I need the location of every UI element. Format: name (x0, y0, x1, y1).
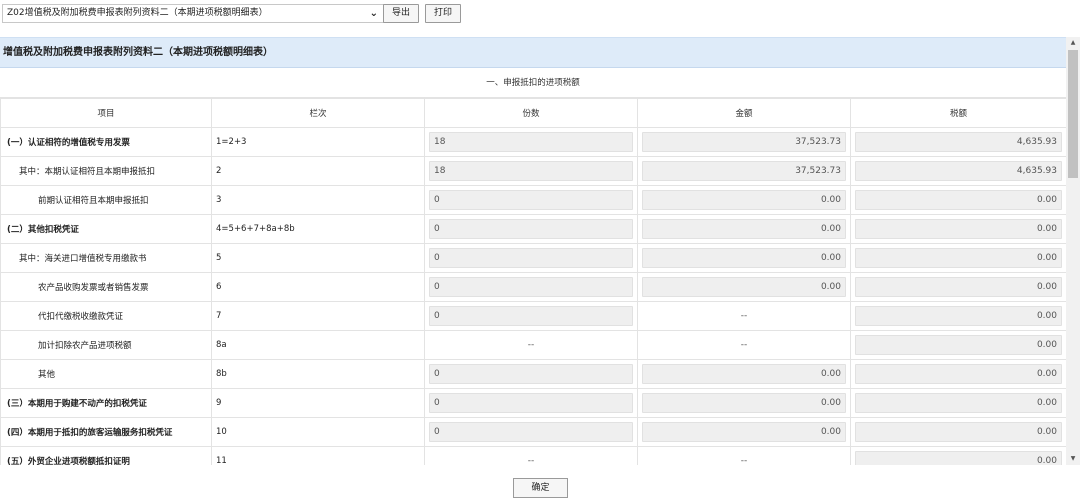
table-row: (四）本期用于抵扣的旅客运输服务扣税凭证 10 0 0.00 0.00 (0, 417, 1066, 447)
amount-field[interactable]: 37,523.73 (642, 161, 846, 181)
tax-field[interactable]: 0.00 (855, 335, 1062, 355)
copies-field[interactable]: 0 (429, 277, 633, 297)
row-item-label: 加计扣除农产品进项税额 (0, 330, 212, 360)
table-header-row: 项目 栏次 份数 金额 税额 (0, 98, 1066, 128)
row-item-label: 农产品收购发票或者销售发票 (0, 272, 212, 302)
header-tax: 税额 (850, 98, 1066, 128)
row-item-label: (五）外贸企业进项税额抵扣证明 (0, 446, 212, 465)
tax-field[interactable]: 4,635.93 (855, 132, 1062, 152)
panel-title: 增值税及附加税费申报表附列资料二（本期进项税额明细表） (0, 38, 1066, 68)
row-column-no: 7 (211, 301, 425, 331)
amount-na: -- (740, 311, 748, 321)
row-column-no: 9 (211, 388, 425, 418)
tax-field[interactable]: 0.00 (855, 190, 1062, 210)
copies-field[interactable]: 0 (429, 248, 633, 268)
header-column-no: 栏次 (211, 98, 425, 128)
header-item: 项目 (0, 98, 212, 128)
scroll-up-arrow-icon[interactable]: ▲ (1066, 37, 1080, 49)
chevron-down-icon[interactable]: ⌄ (370, 5, 378, 22)
row-column-no: 8b (211, 359, 425, 389)
table-row: 代扣代缴税收缴款凭证 7 0 -- 0.00 (0, 301, 1066, 331)
row-item-label: 其他 (0, 359, 212, 389)
copies-field[interactable]: 0 (429, 306, 633, 326)
row-item-label: 代扣代缴税收缴款凭证 (0, 301, 212, 331)
amount-field[interactable]: 0.00 (642, 422, 846, 442)
report-select-value: Z02增值税及附加税费申报表附列资料二（本期进项税额明细表） (7, 8, 268, 18)
confirm-button[interactable]: 确定 (513, 478, 568, 498)
table-row: 其中：本期认证相符且本期申报抵扣 2 18 37,523.73 4,635.93 (0, 156, 1066, 186)
print-button[interactable]: 打印 (425, 4, 461, 23)
header-amount: 金额 (637, 98, 851, 128)
row-column-no: 11 (211, 446, 425, 465)
row-column-no: 3 (211, 185, 425, 215)
row-item-label: 前期认证相符且本期申报抵扣 (0, 185, 212, 215)
report-select[interactable]: Z02增值税及附加税费申报表附列资料二（本期进项税额明细表） ⌄ (2, 4, 385, 23)
row-item-label: 其中：海关进口增值税专用缴款书 (0, 243, 212, 273)
row-column-no: 8a (211, 330, 425, 360)
tax-field[interactable]: 0.00 (855, 364, 1062, 384)
toolbar: Z02增值税及附加税费申报表附列资料二（本期进项税额明细表） ⌄ 导出 打印 (0, 0, 1080, 27)
amount-field[interactable]: 0.00 (642, 364, 846, 384)
table-row: (一）认证相符的增值税专用发票 1=2+3 18 37,523.73 4,635… (0, 127, 1066, 157)
copies-field[interactable]: 0 (429, 422, 633, 442)
amount-field[interactable]: 0.00 (642, 277, 846, 297)
vertical-scrollbar[interactable]: ▲ ▼ (1066, 37, 1080, 465)
row-column-no: 1=2+3 (211, 127, 425, 157)
table-row: (三）本期用于购建不动产的扣税凭证 9 0 0.00 0.00 (0, 388, 1066, 418)
scroll-thumb[interactable] (1068, 50, 1078, 178)
copies-field[interactable]: 0 (429, 219, 633, 239)
copies-na: -- (527, 456, 535, 465)
table-row: 其他 8b 0 0.00 0.00 (0, 359, 1066, 389)
row-column-no: 2 (211, 156, 425, 186)
tax-field[interactable]: 0.00 (855, 219, 1062, 239)
tax-field[interactable]: 0.00 (855, 393, 1062, 413)
table-row: 前期认证相符且本期申报抵扣 3 0 0.00 0.00 (0, 185, 1066, 215)
copies-field[interactable]: 18 (429, 132, 633, 152)
input-tax-table: 项目 栏次 份数 金额 税额 (一）认证相符的增值税专用发票 1=2+3 18 … (0, 98, 1066, 465)
table-row: 其中：海关进口增值税专用缴款书 5 0 0.00 0.00 (0, 243, 1066, 273)
report-panel: 增值税及附加税费申报表附列资料二（本期进项税额明细表） 一、申报抵扣的进项税额 … (0, 37, 1066, 465)
tax-field[interactable]: 0.00 (855, 248, 1062, 268)
row-item-label: 其中：本期认证相符且本期申报抵扣 (0, 156, 212, 186)
row-column-no: 4=5+6+7+8a+8b (211, 214, 425, 244)
amount-na: -- (740, 340, 748, 350)
tax-field[interactable]: 4,635.93 (855, 161, 1062, 181)
table-row: 加计扣除农产品进项税额 8a -- -- 0.00 (0, 330, 1066, 360)
amount-field[interactable]: 0.00 (642, 248, 846, 268)
row-column-no: 10 (211, 417, 425, 447)
row-column-no: 5 (211, 243, 425, 273)
tax-field[interactable]: 0.00 (855, 277, 1062, 297)
tax-field[interactable]: 0.00 (855, 306, 1062, 326)
copies-field[interactable]: 18 (429, 161, 633, 181)
amount-field[interactable]: 0.00 (642, 190, 846, 210)
copies-na: -- (527, 340, 535, 350)
tax-field[interactable]: 0.00 (855, 422, 1062, 442)
header-copies: 份数 (424, 98, 638, 128)
amount-na: -- (740, 456, 748, 465)
row-item-label: (二）其他扣税凭证 (0, 214, 212, 244)
row-item-label: (一）认证相符的增值税专用发票 (0, 127, 212, 157)
row-item-label: (四）本期用于抵扣的旅客运输服务扣税凭证 (0, 417, 212, 447)
table-row: (五）外贸企业进项税额抵扣证明 11 -- -- 0.00 (0, 446, 1066, 465)
amount-field[interactable]: 0.00 (642, 219, 846, 239)
amount-field[interactable]: 37,523.73 (642, 132, 846, 152)
copies-field[interactable]: 0 (429, 364, 633, 384)
tax-field[interactable]: 0.00 (855, 451, 1062, 465)
section-header: 一、申报抵扣的进项税额 (0, 68, 1066, 98)
export-button[interactable]: 导出 (383, 4, 419, 23)
amount-field[interactable]: 0.00 (642, 393, 846, 413)
scroll-down-arrow-icon[interactable]: ▼ (1066, 453, 1080, 465)
copies-field[interactable]: 0 (429, 393, 633, 413)
row-column-no: 6 (211, 272, 425, 302)
row-item-label: (三）本期用于购建不动产的扣税凭证 (0, 388, 212, 418)
copies-field[interactable]: 0 (429, 190, 633, 210)
table-row: 农产品收购发票或者销售发票 6 0 0.00 0.00 (0, 272, 1066, 302)
table-row: (二）其他扣税凭证 4=5+6+7+8a+8b 0 0.00 0.00 (0, 214, 1066, 244)
